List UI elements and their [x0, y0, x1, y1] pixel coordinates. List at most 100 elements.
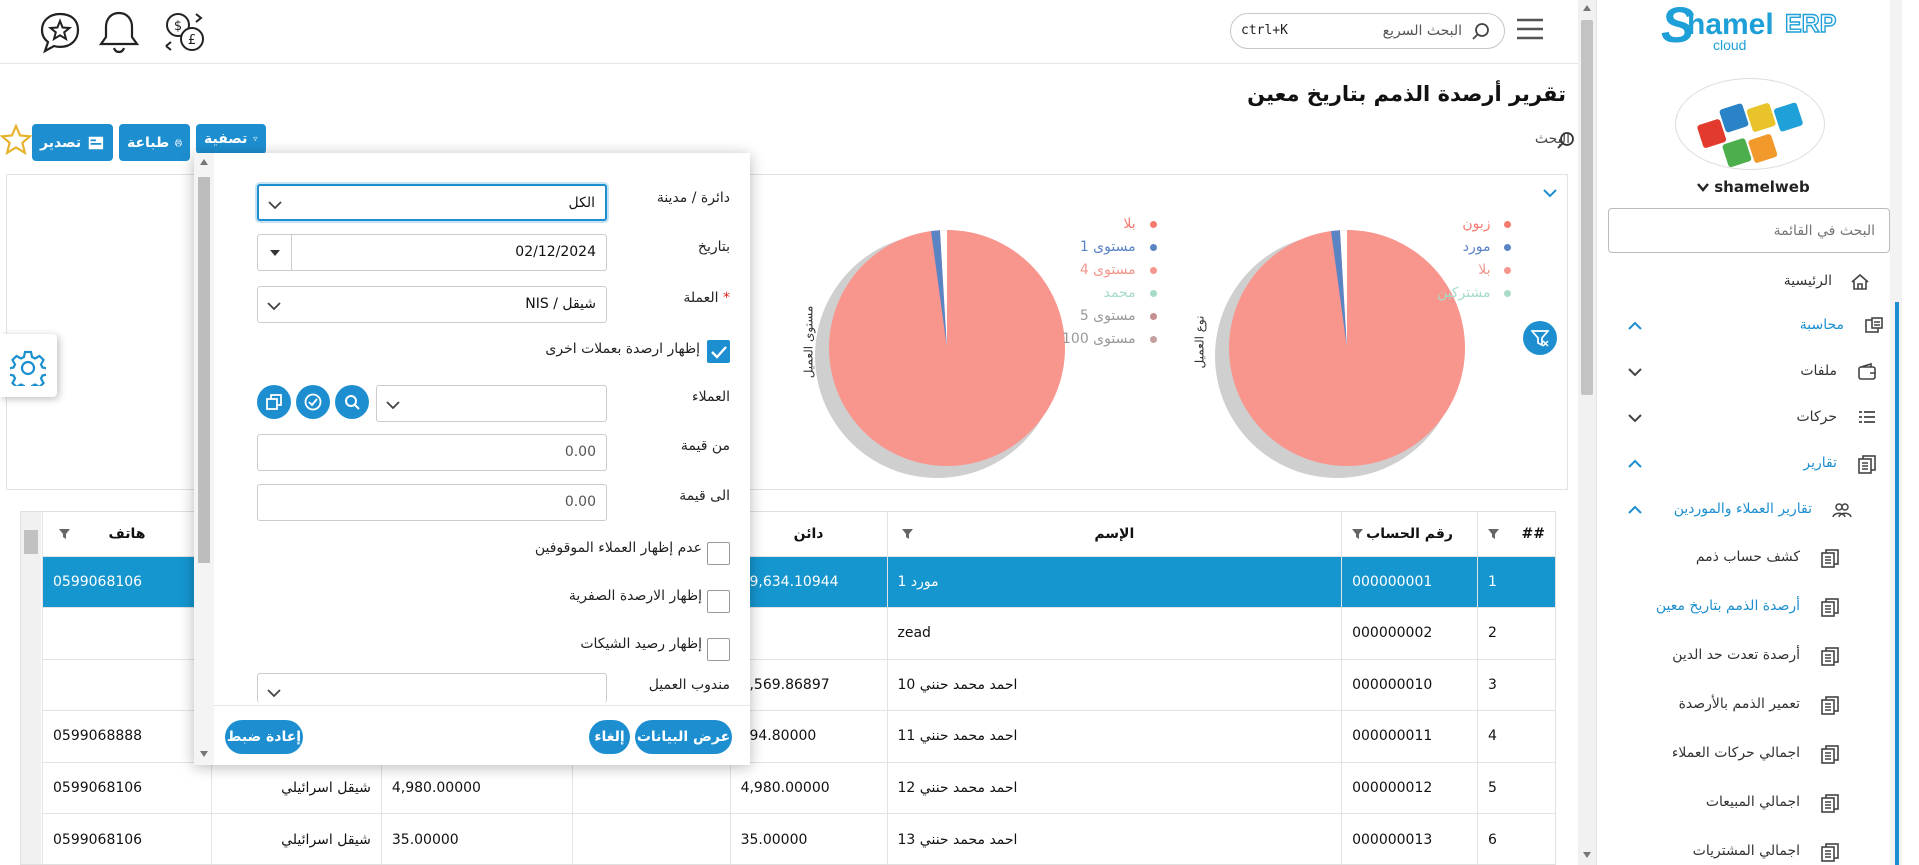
- customers-search-button[interactable]: [335, 385, 369, 419]
- export-button[interactable]: تصدير: [32, 124, 113, 161]
- from-value-input[interactable]: 0.00: [257, 434, 607, 471]
- column-filter-icon[interactable]: [1488, 528, 1500, 539]
- reset-button[interactable]: إعادة ضبط: [225, 720, 303, 754]
- sidebar-item-7[interactable]: أرصدة الذمم بتاريخ معين: [1597, 587, 1902, 627]
- column-filter-icon[interactable]: [59, 528, 70, 539]
- table-row[interactable]: 5 000000012 احمد محمد حنني 12 4,980.00000 4,…: [42, 761, 1555, 814]
- sidebar-item-10[interactable]: اجمالي حركات العملاء: [1597, 734, 1902, 774]
- filter-button[interactable]: تصفية: [196, 124, 266, 154]
- clear-filter-button[interactable]: [1523, 321, 1557, 355]
- user-menu[interactable]: shamelweb: [1697, 178, 1810, 196]
- sidebar-item-11[interactable]: اجمالي المبيعات: [1597, 783, 1902, 823]
- company-avatar[interactable]: [1675, 78, 1825, 170]
- column-header-name[interactable]: الإسم: [886, 512, 1343, 556]
- scroll-down-arrow-icon[interactable]: [200, 751, 208, 757]
- filter-panel-scrollbar-thumb[interactable]: [198, 177, 210, 563]
- show-other-currencies-checkbox[interactable]: [707, 340, 730, 363]
- table-row[interactable]: 6 000000013 احمد محمد حنني 13 35.00000 35.00…: [42, 813, 1555, 864]
- legend-item[interactable]: مستوى 1: [1062, 236, 1157, 259]
- page-scrollbar-thumb[interactable]: [1581, 20, 1593, 395]
- scroll-up-arrow-icon[interactable]: [200, 159, 208, 165]
- report-icon: [1821, 794, 1839, 813]
- date-picker-toggle[interactable]: [258, 235, 292, 270]
- chevron-down-icon[interactable]: [1627, 364, 1643, 380]
- chevron-up-icon[interactable]: [1627, 318, 1643, 334]
- legend-item[interactable]: مورد: [1437, 236, 1512, 259]
- hamburger-menu-icon[interactable]: [1515, 16, 1545, 42]
- cell-phone: 0599068106: [42, 555, 212, 608]
- legend-item[interactable]: مشتركين: [1437, 282, 1512, 305]
- favorite-star-icon[interactable]: [0, 124, 32, 156]
- sidebar-item-12[interactable]: اجمالي المشتريات: [1597, 832, 1902, 865]
- print-button-label: طباعة: [127, 134, 170, 151]
- sidebar-item-1[interactable]: محاسبة: [1597, 306, 1902, 346]
- chevron-down-icon: [267, 302, 281, 311]
- chevron-up-icon[interactable]: [1627, 456, 1643, 472]
- quick-search-box[interactable]: ctrl+K البحث السريع: [1230, 13, 1505, 49]
- column-header-account[interactable]: رقم الحساب: [1341, 512, 1479, 556]
- sidebar-item-5[interactable]: تقارير العملاء والموردين: [1597, 490, 1902, 530]
- customers-select[interactable]: [376, 385, 607, 422]
- column-header-credit[interactable]: دائن: [729, 512, 888, 556]
- customers-copy-button[interactable]: [257, 385, 291, 419]
- quick-search-shortcut: ctrl+K: [1241, 23, 1288, 38]
- sidebar-item-label: تقارير العملاء والموردين: [1673, 501, 1812, 517]
- column-header-index[interactable]: ##: [1477, 512, 1555, 556]
- company-logo-blocks: [1697, 102, 1803, 168]
- table-scrollbar[interactable]: [21, 512, 41, 864]
- table-scrollbar-thumb[interactable]: [24, 530, 38, 554]
- favorites-star-icon[interactable]: [37, 10, 83, 56]
- legend-item[interactable]: مستوى 5: [1062, 305, 1157, 328]
- customers-select-all-button[interactable]: [296, 385, 330, 419]
- sidebar-item-3[interactable]: حركات: [1597, 398, 1902, 438]
- sidebar-item-9[interactable]: تعمير الذمم بالأرصدة: [1597, 685, 1902, 725]
- print-button[interactable]: طباعة: [119, 124, 190, 161]
- legend-item[interactable]: بلا: [1437, 259, 1512, 282]
- column-header-phone[interactable]: هاتف: [42, 512, 212, 556]
- sidebar-item-0[interactable]: الرئيسية: [1597, 262, 1902, 302]
- legend-item[interactable]: مستوى 4: [1062, 259, 1157, 282]
- scroll-down-arrow-icon[interactable]: [1582, 851, 1592, 859]
- show-cheques-balance-checkbox[interactable]: [707, 638, 730, 661]
- column-filter-icon[interactable]: [901, 528, 913, 539]
- notifications-bell-icon[interactable]: [96, 8, 142, 56]
- shamel-erp-logo[interactable]: S hamel ERP cloud: [1661, 0, 1851, 54]
- settings-tab[interactable]: [0, 334, 57, 397]
- legend-item[interactable]: مستوى 100: [1062, 328, 1157, 351]
- customer-type-pie-chart: [1215, 229, 1465, 478]
- logo-cloud: cloud: [1713, 37, 1747, 53]
- scroll-up-arrow-icon[interactable]: [1582, 4, 1592, 12]
- report-icon: [1821, 598, 1839, 617]
- legend-item[interactable]: زبون: [1437, 213, 1512, 236]
- sidebar-item-2[interactable]: ملفات: [1597, 352, 1902, 392]
- sidebar-item-8[interactable]: أرصدة تعدت حد الدين: [1597, 636, 1902, 676]
- sidebar-item-label: اجمالي المشتريات: [1692, 843, 1800, 859]
- chevron-down-icon[interactable]: [1627, 410, 1643, 426]
- sidebar: S hamel ERP cloud shamelweb الرئيسية محاس…: [1596, 0, 1902, 865]
- legend-item[interactable]: بلا: [1062, 213, 1157, 236]
- date-input[interactable]: 02/12/2024: [257, 234, 607, 271]
- sidebar-item-4[interactable]: تقارير: [1597, 444, 1902, 484]
- hide-stopped-checkbox[interactable]: [707, 542, 730, 565]
- legend-item[interactable]: محمد: [1062, 282, 1157, 305]
- column-filter-icon[interactable]: [1352, 528, 1364, 539]
- to-value-input-value: 0.00: [564, 494, 596, 510]
- currency-exchange-icon[interactable]: $ £: [162, 8, 208, 56]
- cell-debit: [571, 813, 731, 864]
- city-select[interactable]: الكل: [257, 184, 607, 221]
- cancel-button[interactable]: إلغاء: [589, 720, 630, 754]
- date-label: بتاريخ: [697, 239, 730, 255]
- collapse-chevron-icon[interactable]: [1542, 187, 1558, 199]
- customer-rep-select[interactable]: [257, 673, 607, 703]
- show-zero-balances-checkbox[interactable]: [707, 590, 730, 613]
- menu-search-input[interactable]: [1608, 208, 1890, 253]
- svg-text:£: £: [188, 33, 196, 48]
- sidebar-item-6[interactable]: كشف حساب ذمم: [1597, 538, 1902, 578]
- to-value-input[interactable]: 0.00: [257, 484, 607, 521]
- search-icon[interactable]: [1557, 132, 1575, 150]
- list-icon: [1859, 411, 1875, 423]
- show-data-button[interactable]: عرض البيانات: [635, 720, 732, 754]
- currency-select[interactable]: NIS / شيقل: [257, 286, 607, 323]
- cell-index: 5: [1477, 761, 1555, 814]
- chevron-up-icon[interactable]: [1627, 502, 1643, 518]
